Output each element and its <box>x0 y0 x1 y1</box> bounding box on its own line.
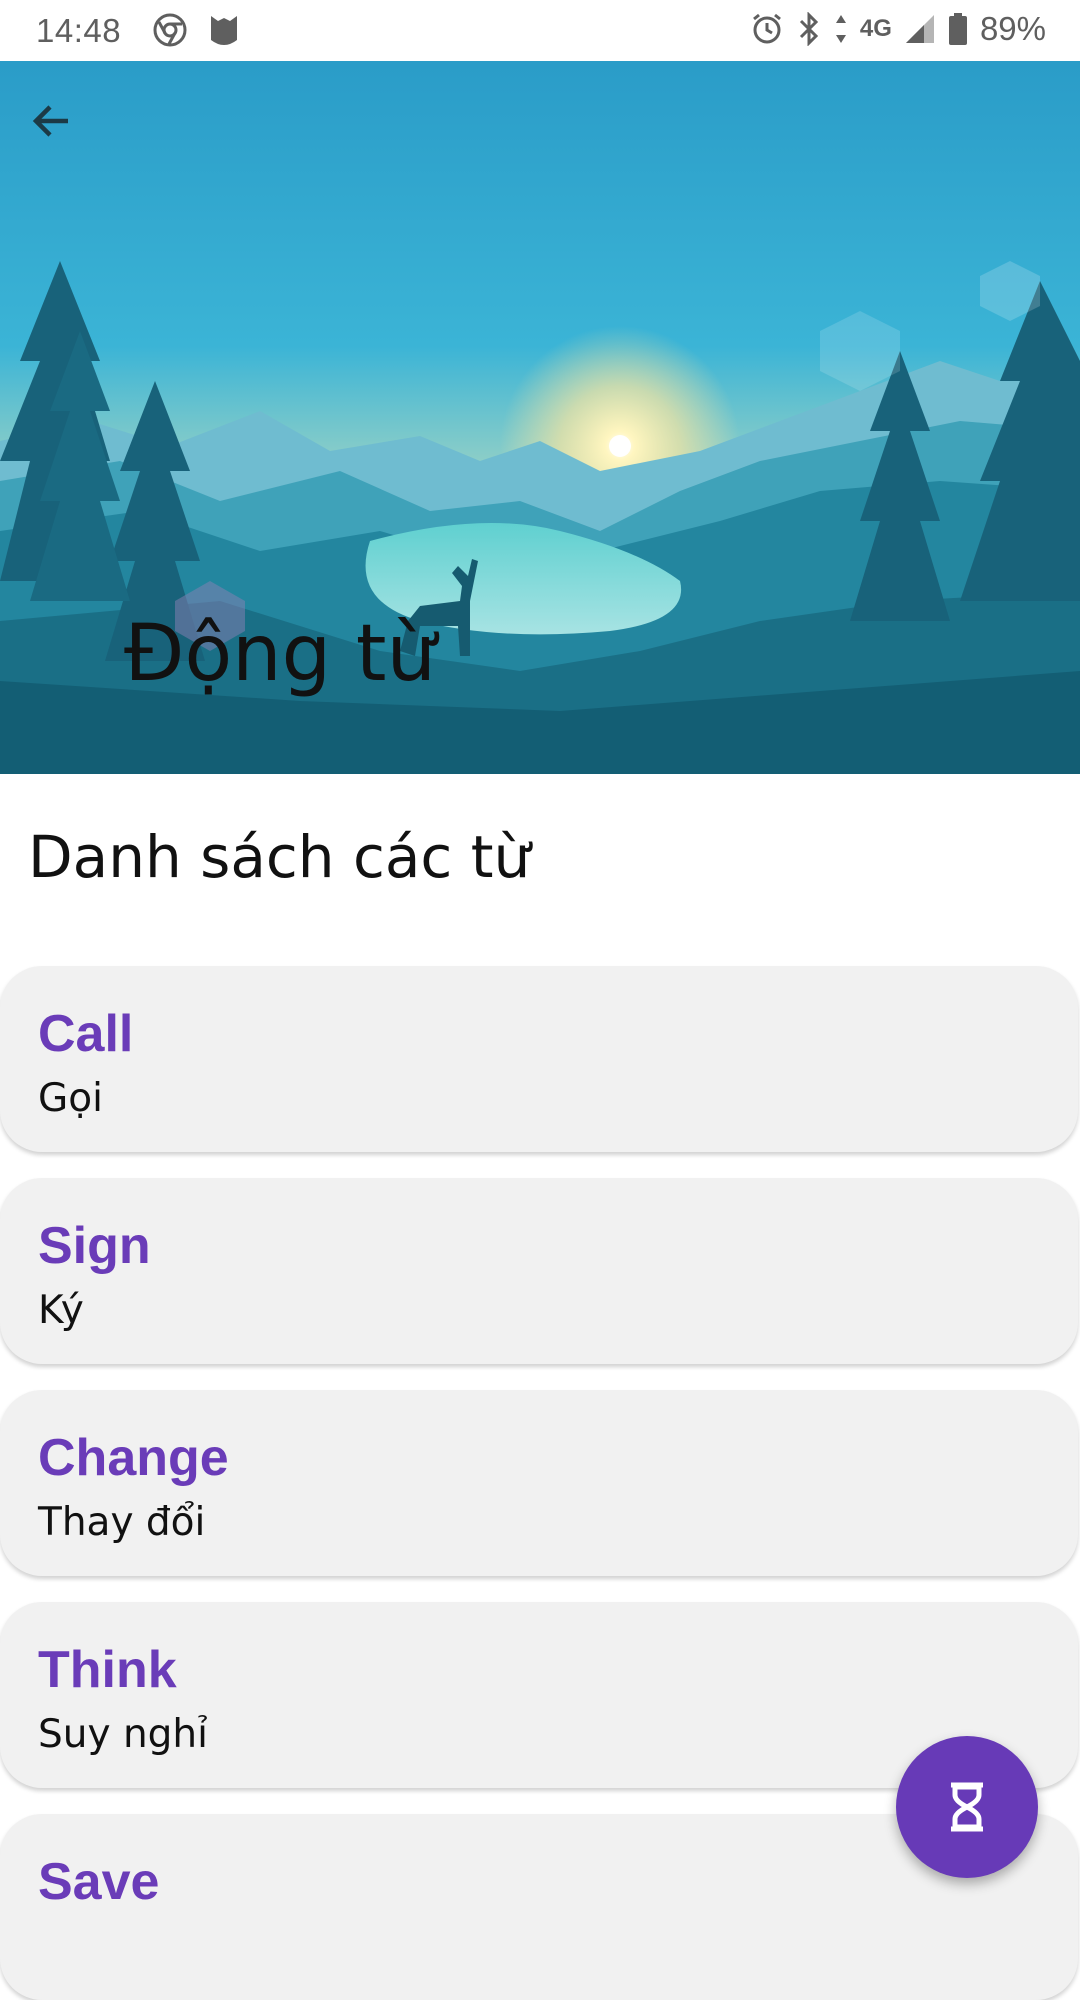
arrow-left-icon <box>32 105 68 137</box>
bluetooth-icon <box>799 12 819 46</box>
word-english: Think <box>38 1641 177 1699</box>
word-item-change[interactable]: Change Thay đổi <box>0 1390 1078 1576</box>
word-english: Sign <box>38 1217 151 1275</box>
battery-percent: 89% <box>979 10 1046 47</box>
section-title: Danh sách các từ <box>28 823 531 891</box>
word-vietnamese: Gọi <box>38 1076 103 1121</box>
network-type: 4G <box>859 15 892 42</box>
word-english: Call <box>38 1005 134 1063</box>
header-banner: Động từ <box>0 61 1080 774</box>
hourglass-icon <box>951 1782 983 1832</box>
quiz-fab-button[interactable] <box>896 1736 1038 1878</box>
word-english: Save <box>38 1853 160 1911</box>
battery-icon <box>948 13 967 45</box>
word-vietnamese: Suy nghỉ <box>38 1712 208 1757</box>
chrome-icon <box>153 13 187 47</box>
status-right-icons: 4G 89% <box>750 10 1046 48</box>
word-item-sign[interactable]: Sign Ký <box>0 1178 1078 1364</box>
word-english: Change <box>38 1429 229 1487</box>
status-left-icons <box>152 12 240 48</box>
signal-icon <box>905 15 934 43</box>
page-title: Động từ <box>124 609 436 699</box>
back-button[interactable] <box>28 97 116 185</box>
status-bar: 14:48 4G 89% <box>0 0 1080 61</box>
mask-app-icon <box>211 16 237 45</box>
word-vietnamese: Thay đổi <box>38 1500 206 1545</box>
status-time: 14:48 <box>36 12 122 49</box>
data-arrows-icon <box>835 15 846 43</box>
word-vietnamese: Ký <box>38 1288 84 1333</box>
alarm-icon <box>752 13 781 44</box>
word-item-call[interactable]: Call Gọi <box>0 966 1078 1152</box>
